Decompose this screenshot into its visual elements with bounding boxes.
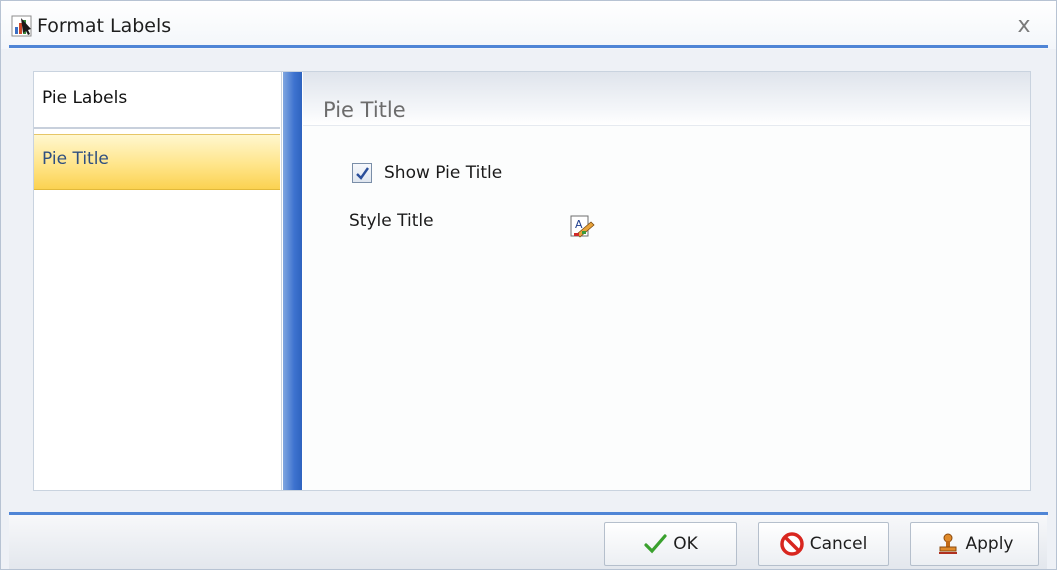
section-title: Pie Title xyxy=(323,98,406,122)
ok-label: OK xyxy=(673,534,698,554)
cancel-button[interactable]: Cancel xyxy=(758,522,889,566)
dialog-title: Format Labels xyxy=(37,15,172,37)
section-header: Pie Title xyxy=(303,72,1030,126)
cancel-label: Cancel xyxy=(809,534,868,554)
nav-item-pie-title[interactable]: Pie Title xyxy=(34,134,280,190)
style-edit-icon[interactable]: A xyxy=(569,214,595,240)
button-bar xyxy=(9,515,1047,569)
chart-app-icon xyxy=(11,15,33,37)
pane-splitter[interactable] xyxy=(283,72,302,490)
checkmark-icon xyxy=(356,167,369,180)
checkmark-icon xyxy=(643,532,667,556)
nav-item-pie-labels[interactable]: Pie Labels xyxy=(34,72,280,129)
format-labels-dialog: Format Labels x Pie Labels Pie Title Pie… xyxy=(0,0,1057,570)
prohibited-icon xyxy=(779,532,804,556)
ok-button[interactable]: OK xyxy=(604,522,737,566)
nav-item-label: Pie Title xyxy=(42,149,109,169)
nav-pane: Pie Labels Pie Title xyxy=(34,72,282,490)
show-pie-title-checkbox[interactable] xyxy=(352,163,372,183)
show-pie-title-label[interactable]: Show Pie Title xyxy=(384,163,502,183)
nav-item-label: Pie Labels xyxy=(42,88,128,108)
apply-button[interactable]: Apply xyxy=(910,522,1039,566)
apply-label: Apply xyxy=(965,534,1014,554)
dialog-content: Pie Labels Pie Title Pie Title Show Pie … xyxy=(33,71,1031,491)
title-bar[interactable]: Format Labels x xyxy=(1,1,1056,49)
close-button[interactable]: x xyxy=(1012,15,1036,37)
stamp-icon xyxy=(936,532,960,556)
style-title-label: Style Title xyxy=(349,211,434,231)
svg-text:A: A xyxy=(575,218,583,231)
title-divider xyxy=(9,45,1048,48)
settings-pane: Pie Title Show Pie Title Style Title A xyxy=(303,72,1030,490)
